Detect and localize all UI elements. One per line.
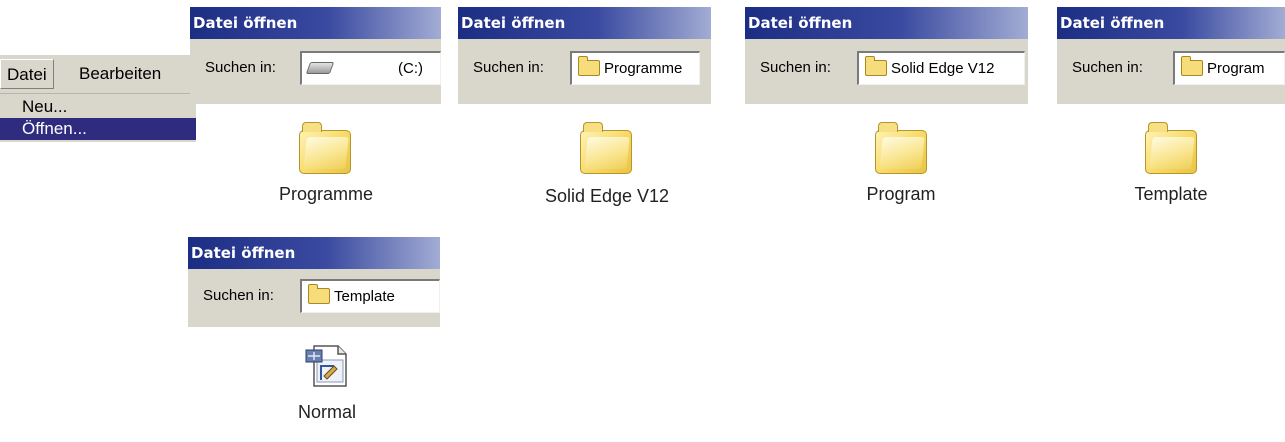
result-label: Solid Edge V12 (544, 186, 670, 206)
look-in-bar: Suchen in: (C:) (190, 39, 441, 104)
result-label: Programme (278, 184, 374, 204)
result-item-5[interactable]: Normal (268, 334, 386, 440)
folder-icon (1181, 56, 1203, 76)
result-item-1[interactable]: Programme (258, 112, 394, 216)
look-in-bar: Suchen in: Template (188, 269, 440, 327)
folder-icon (578, 56, 600, 76)
open-dialog-4: Datei öffnen Suchen in: Program (1057, 7, 1285, 104)
look-in-field[interactable]: Program (1173, 51, 1285, 85)
look-in-label: Suchen in: (203, 287, 274, 304)
dialog-title: Datei öffnen (458, 7, 711, 39)
look-in-field[interactable]: Template (300, 279, 440, 313)
dialog-title: Datei öffnen (745, 7, 1028, 39)
look-in-field[interactable]: (C:) (300, 51, 441, 85)
open-dialog-5: Datei öffnen Suchen in: Template (188, 237, 440, 327)
dialog-title: Datei öffnen (1057, 7, 1285, 39)
folder-icon (875, 122, 927, 174)
look-in-bar: Suchen in: Solid Edge V12 (745, 39, 1028, 104)
result-item-2[interactable]: Solid Edge V12 (522, 112, 692, 218)
look-in-bar: Suchen in: Program (1057, 39, 1285, 104)
look-in-value: Program (1207, 60, 1265, 77)
folder-icon (865, 56, 887, 76)
open-dialog-2: Datei öffnen Suchen in: Programme (458, 7, 711, 104)
look-in-bar: Suchen in: Programme (458, 39, 711, 104)
result-label: Program (866, 184, 936, 204)
folder-icon (308, 284, 330, 304)
drive-icon (305, 62, 335, 74)
result-label: Normal (297, 402, 356, 422)
result-item-4[interactable]: Template (1108, 112, 1234, 216)
file-dropdown: Neu... Öffnen... (0, 94, 196, 142)
look-in-value: Solid Edge V12 (891, 60, 995, 77)
menu-edit[interactable]: Bearbeiten (73, 59, 167, 89)
look-in-value: (C:) (398, 60, 423, 77)
dialog-title: Datei öffnen (190, 7, 441, 39)
look-in-value: Programme (604, 60, 683, 77)
menu-file[interactable]: Datei (0, 59, 54, 89)
dialog-title: Datei öffnen (188, 237, 440, 269)
menu-item-open[interactable]: Öffnen... (0, 118, 196, 140)
folder-icon (1145, 122, 1197, 174)
menu-panel: Datei Bearbeiten Neu... Öffnen... (0, 55, 196, 142)
template-document-icon (305, 345, 347, 387)
look-in-value: Template (334, 288, 395, 305)
folder-icon (299, 122, 351, 174)
look-in-label: Suchen in: (760, 59, 831, 76)
look-in-field[interactable]: Programme (570, 51, 700, 85)
open-dialog-3: Datei öffnen Suchen in: Solid Edge V12 (745, 7, 1028, 104)
result-item-3[interactable]: Program (843, 112, 959, 216)
look-in-label: Suchen in: (205, 59, 276, 76)
open-dialog-1: Datei öffnen Suchen in: (C:) (190, 7, 441, 104)
result-label: Template (1134, 184, 1208, 204)
look-in-label: Suchen in: (473, 59, 544, 76)
folder-icon (580, 122, 632, 174)
menu-bar: Datei Bearbeiten (0, 55, 196, 94)
look-in-field[interactable]: Solid Edge V12 (857, 51, 1025, 85)
look-in-label: Suchen in: (1072, 59, 1143, 76)
menu-item-new[interactable]: Neu... (0, 96, 196, 118)
